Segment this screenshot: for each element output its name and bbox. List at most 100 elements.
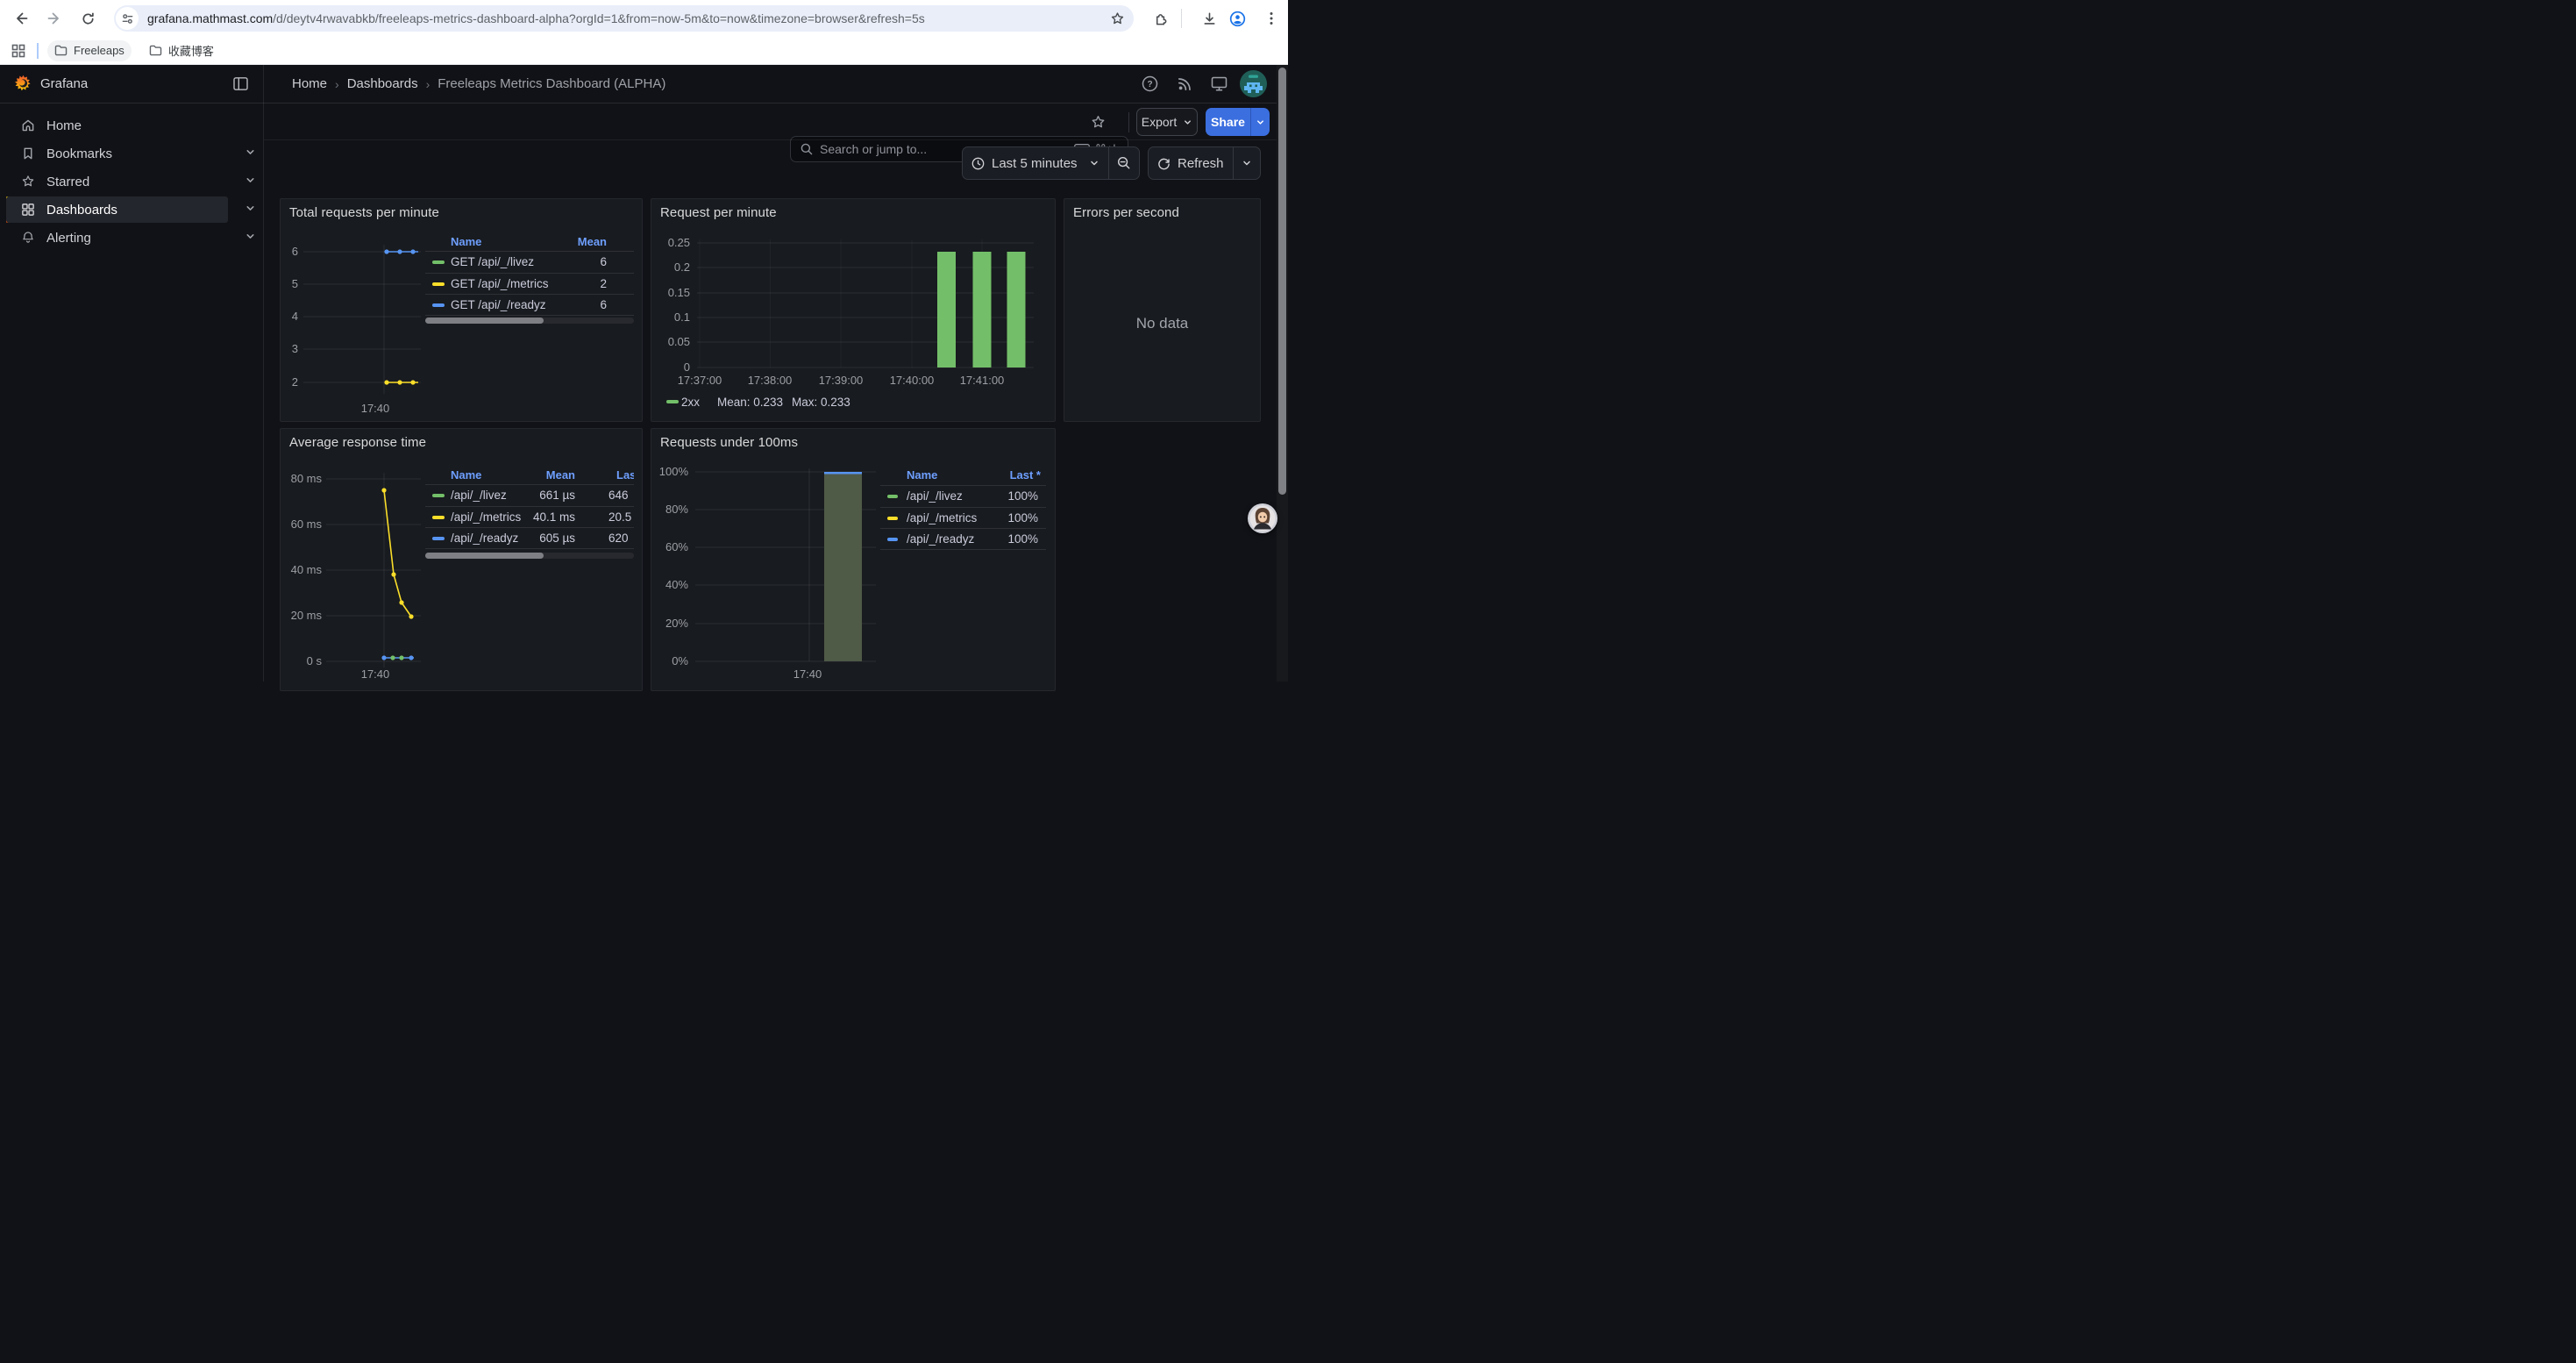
panel-errors-per-second: Errors per second No data xyxy=(1064,198,1261,422)
series-name[interactable]: GET /api/_/metrics xyxy=(451,274,549,295)
y-tick: 80 ms xyxy=(281,472,322,486)
downloads-button[interactable] xyxy=(1202,11,1217,31)
extensions-button[interactable] xyxy=(1153,11,1168,31)
legend-row[interactable]: /api/_/metrics 100% xyxy=(880,508,1046,529)
y-tick: 20% xyxy=(651,617,688,631)
bookmark-folder-freeleaps[interactable]: Freeleaps xyxy=(47,40,132,61)
y-tick: 0.1 xyxy=(651,310,690,325)
share-button[interactable]: Share xyxy=(1206,108,1250,136)
zoom-out-button[interactable] xyxy=(1109,147,1139,179)
chevron-down-icon[interactable] xyxy=(245,146,256,161)
legend-row[interactable]: /api/_/readyz 605 µs 620 xyxy=(425,528,634,549)
legend-scrollbar[interactable] xyxy=(425,318,634,324)
folder-icon xyxy=(149,45,162,56)
forward-button[interactable] xyxy=(42,6,67,31)
news-button[interactable] xyxy=(1178,76,1192,96)
dashboards-grid-icon xyxy=(21,203,35,217)
legend-row[interactable]: GET /api/_/metrics 2 xyxy=(425,274,634,295)
profile-button[interactable] xyxy=(1229,11,1246,32)
legend-col-name[interactable]: Name xyxy=(907,467,937,483)
url-bar[interactable]: grafana.mathmast.com/d/deytv4rwavabkb/fr… xyxy=(114,5,1134,32)
bookmark-folder-label: 收藏博客 xyxy=(168,42,214,59)
share-menu-button[interactable] xyxy=(1250,108,1270,136)
breadcrumb-dashboards[interactable]: Dashboards xyxy=(347,76,418,91)
chevron-down-icon[interactable] xyxy=(245,231,256,246)
grafana-logo[interactable] xyxy=(14,75,32,97)
bookmark-folder-label: Freeleaps xyxy=(74,44,125,57)
refresh-button[interactable]: Refresh xyxy=(1149,147,1233,179)
series-name[interactable]: 2xx xyxy=(681,396,700,409)
home-icon xyxy=(21,118,35,132)
legend-row[interactable]: /api/_/livez 100% xyxy=(880,486,1046,507)
sidebar-item-bookmarks[interactable]: Bookmarks xyxy=(6,140,228,167)
bookmark-folder-blogs[interactable]: 收藏博客 xyxy=(142,40,221,61)
time-range-picker[interactable]: Last 5 minutes xyxy=(963,147,1108,179)
legend-row[interactable]: GET /api/_/readyz 6 xyxy=(425,295,634,316)
help-button[interactable]: ? xyxy=(1142,75,1158,96)
chevron-down-icon[interactable] xyxy=(245,203,256,218)
series-name[interactable]: /api/_/readyz xyxy=(451,528,518,549)
display-button[interactable] xyxy=(1211,75,1228,96)
page-scrollbar-thumb[interactable] xyxy=(1278,68,1286,495)
series-name[interactable]: /api/_/metrics xyxy=(907,508,977,529)
y-tick: 80% xyxy=(651,503,688,517)
url-input[interactable]: grafana.mathmast.com/d/deytv4rwavabkb/fr… xyxy=(147,11,1110,25)
refresh-icon xyxy=(1157,157,1171,170)
legend-row[interactable]: /api/_/readyz 100% xyxy=(880,529,1046,550)
favorite-dashboard-button[interactable] xyxy=(1091,115,1106,134)
sidebar-item-starred[interactable]: Starred xyxy=(6,168,228,195)
mega-menu-toggle[interactable] xyxy=(233,76,248,96)
user-avatar[interactable] xyxy=(1240,70,1267,102)
refresh-interval-button[interactable] xyxy=(1234,147,1260,179)
panel-avg-response-time: Average response time 80 ms 60 ms 40 ms … xyxy=(280,428,643,691)
bookmark-page-button[interactable] xyxy=(1110,11,1125,26)
series-name[interactable]: /api/_/livez xyxy=(907,486,963,507)
legend-col-name[interactable]: Name xyxy=(451,234,481,250)
series-last: 100% xyxy=(1007,486,1038,507)
share-label: Share xyxy=(1211,115,1245,129)
reload-button[interactable] xyxy=(75,6,100,31)
browser-menu-button[interactable] xyxy=(1264,11,1278,30)
no-data-message: No data xyxy=(1064,315,1260,332)
legend-col-last[interactable]: Last * xyxy=(1010,467,1041,483)
series-last: 100% xyxy=(1007,508,1038,529)
legend-col-name[interactable]: Name xyxy=(451,467,481,483)
avatar-image xyxy=(1240,70,1267,97)
legend-row[interactable]: /api/_/livez 661 µs 646 xyxy=(425,485,634,506)
chevron-down-icon xyxy=(1242,158,1252,168)
chart-area[interactable] xyxy=(651,199,1057,423)
series-name[interactable]: /api/_/metrics xyxy=(451,507,521,528)
legend-row[interactable]: GET /api/_/livez 6 xyxy=(425,252,634,273)
assistant-avatar-widget[interactable] xyxy=(1248,503,1277,533)
series-name[interactable]: GET /api/_/livez xyxy=(451,252,534,273)
y-tick: 0.05 xyxy=(651,335,690,349)
legend-col-last[interactable]: Last * xyxy=(616,467,634,483)
breadcrumb-current: Freeleaps Metrics Dashboard (ALPHA) xyxy=(438,76,665,91)
series-name[interactable]: GET /api/_/readyz xyxy=(451,295,546,316)
back-button[interactable] xyxy=(9,6,33,31)
series-last: 646 xyxy=(608,485,634,506)
export-button[interactable]: Export xyxy=(1136,108,1198,136)
legend-col-mean[interactable]: Mean xyxy=(578,234,607,250)
chevron-down-icon[interactable] xyxy=(245,175,256,189)
legend-row[interactable]: /api/_/metrics 40.1 ms 20.5 ms xyxy=(425,507,634,528)
panel-title[interactable]: Errors per second xyxy=(1073,205,1179,220)
legend-table: Name Mean GET /api/_/livez 6 GET /api/_/… xyxy=(425,234,634,326)
series-name[interactable]: /api/_/livez xyxy=(451,485,507,506)
y-tick: 100% xyxy=(651,465,688,479)
legend-col-mean[interactable]: Mean xyxy=(546,467,575,483)
site-settings-button[interactable] xyxy=(116,7,139,30)
sidebar-item-dashboards[interactable]: Dashboards xyxy=(6,196,228,223)
sidebar-item-alerting[interactable]: Alerting xyxy=(6,225,228,251)
apps-button[interactable] xyxy=(11,44,25,58)
share-split-button: Share xyxy=(1206,108,1270,136)
y-tick: 20 ms xyxy=(281,609,322,623)
url-domain: grafana.mathmast.com xyxy=(147,11,273,25)
breadcrumb-home[interactable]: Home xyxy=(292,76,327,91)
series-name[interactable]: /api/_/readyz xyxy=(907,529,974,550)
y-tick: 4 xyxy=(281,310,298,324)
sidebar-item-home[interactable]: Home xyxy=(6,112,228,139)
legend-scrollbar[interactable] xyxy=(425,553,634,559)
series-swatch xyxy=(432,494,445,497)
sidebar-item-label: Dashboards xyxy=(46,203,117,218)
